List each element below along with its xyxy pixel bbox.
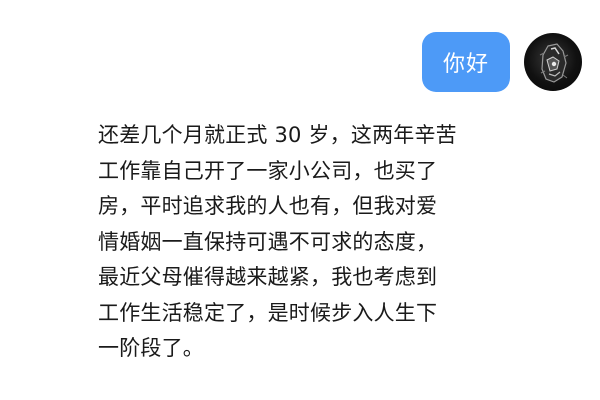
outgoing-message-text: 你好	[442, 52, 489, 77]
user-avatar[interactable]	[524, 33, 582, 91]
chat-view: 你好 还差几个月就正式 30 岁，这两年辛苦 工作靠自己开了一家小公司，也买了 …	[0, 0, 600, 400]
outgoing-message-bubble[interactable]: 你好	[422, 32, 510, 92]
incoming-message-line: 工作靠自己开了一家小公司，也买了	[98, 158, 438, 183]
avatar-image-icon	[539, 43, 569, 83]
outgoing-message-row: 你好	[422, 32, 582, 92]
incoming-message-text-block[interactable]: 还差几个月就正式 30 岁，这两年辛苦 工作靠自己开了一家小公司，也买了 房，平…	[98, 118, 508, 367]
incoming-message-line: 情婚姻一直保持可遇不可求的态度，	[98, 229, 438, 254]
incoming-message-line: 还差几个月就正式 30 岁，这两年辛苦	[98, 123, 457, 147]
incoming-message-line: 工作生活稳定了，是时候步入人生下	[98, 300, 438, 325]
incoming-message-line: 房，平时追求我的人也有，但我对爱	[98, 194, 438, 218]
incoming-message-line: 一阶段了。	[98, 336, 204, 360]
incoming-message-line: 最近父母催得越来越紧，我也考虑到	[98, 265, 438, 289]
